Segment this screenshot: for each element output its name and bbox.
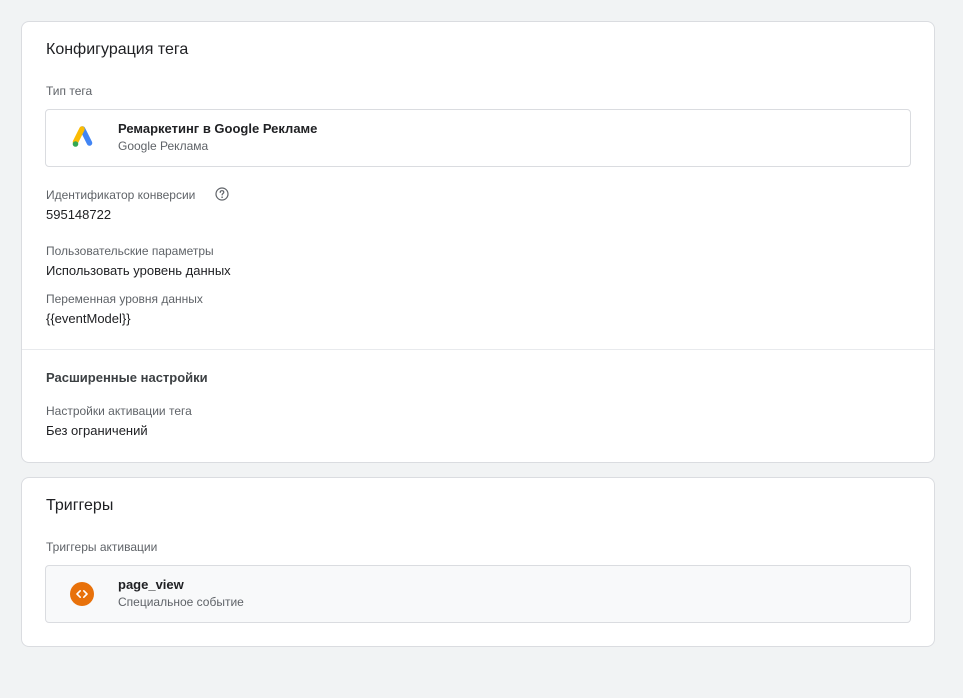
custom-params-value: Использовать уровень данных [46,263,231,278]
tag-configuration-card[interactable]: Конфигурация тега Тип тега Ремаркетинг в… [21,21,935,463]
custom-params-label: Пользовательские параметры [46,244,214,258]
triggers-card[interactable]: Триггеры Триггеры активации page_view Сп… [21,477,935,647]
datalayer-var-value: {{eventModel}} [46,311,131,326]
firing-triggers-label: Триггеры активации [46,540,158,554]
divider [22,349,934,350]
conversion-id-label: Идентификатор конверсии [46,188,196,202]
firing-options-label: Настройки активации тега [46,404,192,418]
trigger-tile-page-view[interactable]: page_view Специальное событие [45,565,911,623]
custom-event-icon [70,582,94,606]
trigger-name: page_view [118,577,184,592]
trigger-type: Специальное событие [118,595,244,609]
google-ads-icon [72,126,93,147]
help-icon[interactable] [215,187,229,201]
firing-options-value: Без ограничений [46,423,148,438]
tag-type-vendor: Google Реклама [118,139,209,153]
conversion-id-value: 595148722 [46,207,112,222]
tag-type-tile[interactable]: Ремаркетинг в Google Рекламе Google Рекл… [45,109,911,167]
tag-type-name: Ремаркетинг в Google Рекламе [118,121,318,136]
triggers-title: Триггеры [46,497,114,514]
tag-type-label: Тип тега [46,84,93,98]
tag-configuration-title: Конфигурация тега [46,41,189,58]
advanced-settings-title[interactable]: Расширенные настройки [46,370,208,385]
datalayer-var-label: Переменная уровня данных [46,292,203,306]
